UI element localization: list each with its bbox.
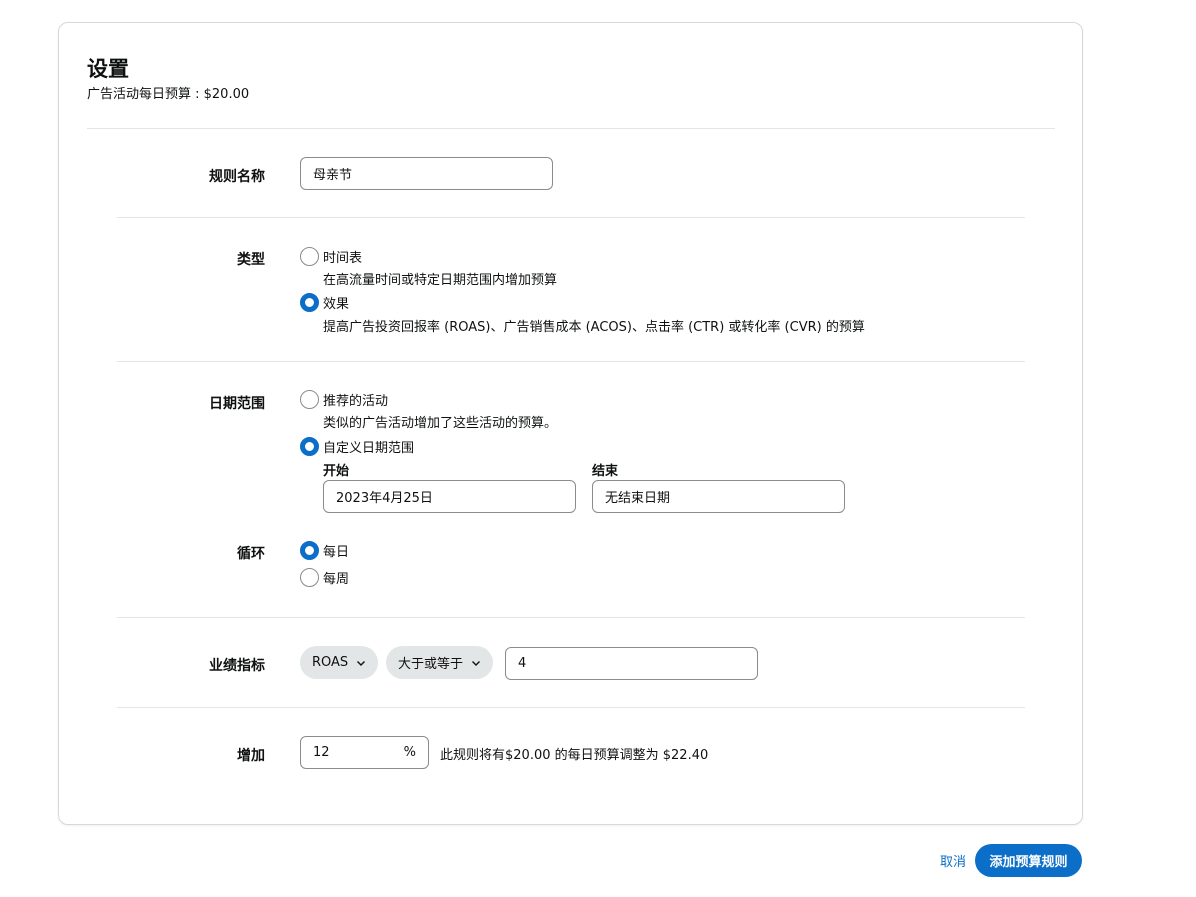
date-range-label: 日期范围 [209, 396, 265, 412]
chevron-down-icon [472, 660, 481, 666]
add-budget-rule-button[interactable]: 添加预算规则 [975, 844, 1082, 877]
radio-checked[interactable] [300, 437, 319, 456]
date-option-custom-label: 自定义日期范围 [323, 441, 415, 456]
date-option-custom[interactable]: 自定义日期范围 [300, 437, 414, 456]
radio-unchecked[interactable] [300, 390, 319, 409]
increase-value: 12 [313, 745, 330, 760]
chevron-down-icon [357, 660, 366, 666]
end-date-label: 结束 [592, 464, 619, 479]
increase-note: 此规则将有$20.00 的每日预算调整为 $22.40 [440, 748, 709, 763]
type-option-schedule[interactable]: 时间表 [300, 247, 362, 266]
type-option-schedule-desc: 在高流量时间或特定日期范围内增加预算 [323, 273, 558, 288]
metric-value-input[interactable]: 4 [505, 647, 758, 680]
start-date-input[interactable]: 2023年4月25日 [323, 480, 576, 513]
settings-title: 设置 [87, 57, 129, 81]
percent-suffix: % [403, 745, 416, 760]
operator-select[interactable]: 大于或等于 [386, 646, 494, 679]
divider [117, 361, 1025, 362]
radio-checked[interactable] [300, 541, 319, 560]
date-option-recommended-desc: 类似的广告活动增加了这些活动的预算。 [323, 416, 558, 431]
rule-name-label: 规则名称 [209, 169, 265, 185]
radio-unchecked[interactable] [300, 247, 319, 266]
divider [117, 217, 1025, 218]
type-option-schedule-label: 时间表 [323, 251, 363, 266]
divider [87, 128, 1055, 129]
radio-checked[interactable] [300, 293, 319, 312]
increase-percent-input[interactable]: 12 % [300, 736, 429, 769]
metric-select-value: ROAS [312, 655, 349, 670]
recurrence-option-weekly-label: 每周 [323, 572, 350, 587]
recurrence-label: 循环 [237, 546, 265, 562]
recurrence-option-daily[interactable]: 每日 [300, 541, 349, 560]
operator-select-value: 大于或等于 [398, 657, 464, 672]
divider [117, 617, 1025, 618]
date-option-recommended[interactable]: 推荐的活动 [300, 390, 388, 409]
end-date-value: 无结束日期 [605, 491, 671, 506]
cancel-link[interactable]: 取消 [940, 851, 966, 870]
date-option-recommended-label: 推荐的活动 [323, 394, 389, 409]
rule-name-input[interactable]: 母亲节 [300, 157, 553, 190]
divider [117, 707, 1025, 708]
metric-label: 业绩指标 [209, 658, 265, 674]
recurrence-option-daily-label: 每日 [323, 545, 350, 560]
type-option-performance[interactable]: 效果 [300, 293, 349, 312]
end-date-input[interactable]: 无结束日期 [592, 480, 845, 513]
radio-unchecked[interactable] [300, 568, 319, 587]
type-option-performance-desc: 提高广告投资回报率 (ROAS)、广告销售成本 (ACOS)、点击率 (CTR)… [323, 320, 865, 335]
start-date-value: 2023年4月25日 [336, 491, 433, 506]
start-date-label: 开始 [323, 464, 350, 479]
type-label: 类型 [237, 252, 265, 268]
recurrence-option-weekly[interactable]: 每周 [300, 568, 349, 587]
metric-value: 4 [518, 656, 527, 671]
metric-select[interactable]: ROAS [300, 646, 379, 679]
settings-card: 设置 广告活动每日预算 : $20.00 规则名称 母亲节 类型 时间表 在高流… [58, 22, 1083, 825]
daily-budget-subtitle: 广告活动每日预算 : $20.00 [87, 87, 250, 102]
increase-label: 增加 [237, 748, 265, 764]
type-option-performance-label: 效果 [323, 297, 350, 312]
rule-name-value: 母亲节 [313, 168, 353, 183]
